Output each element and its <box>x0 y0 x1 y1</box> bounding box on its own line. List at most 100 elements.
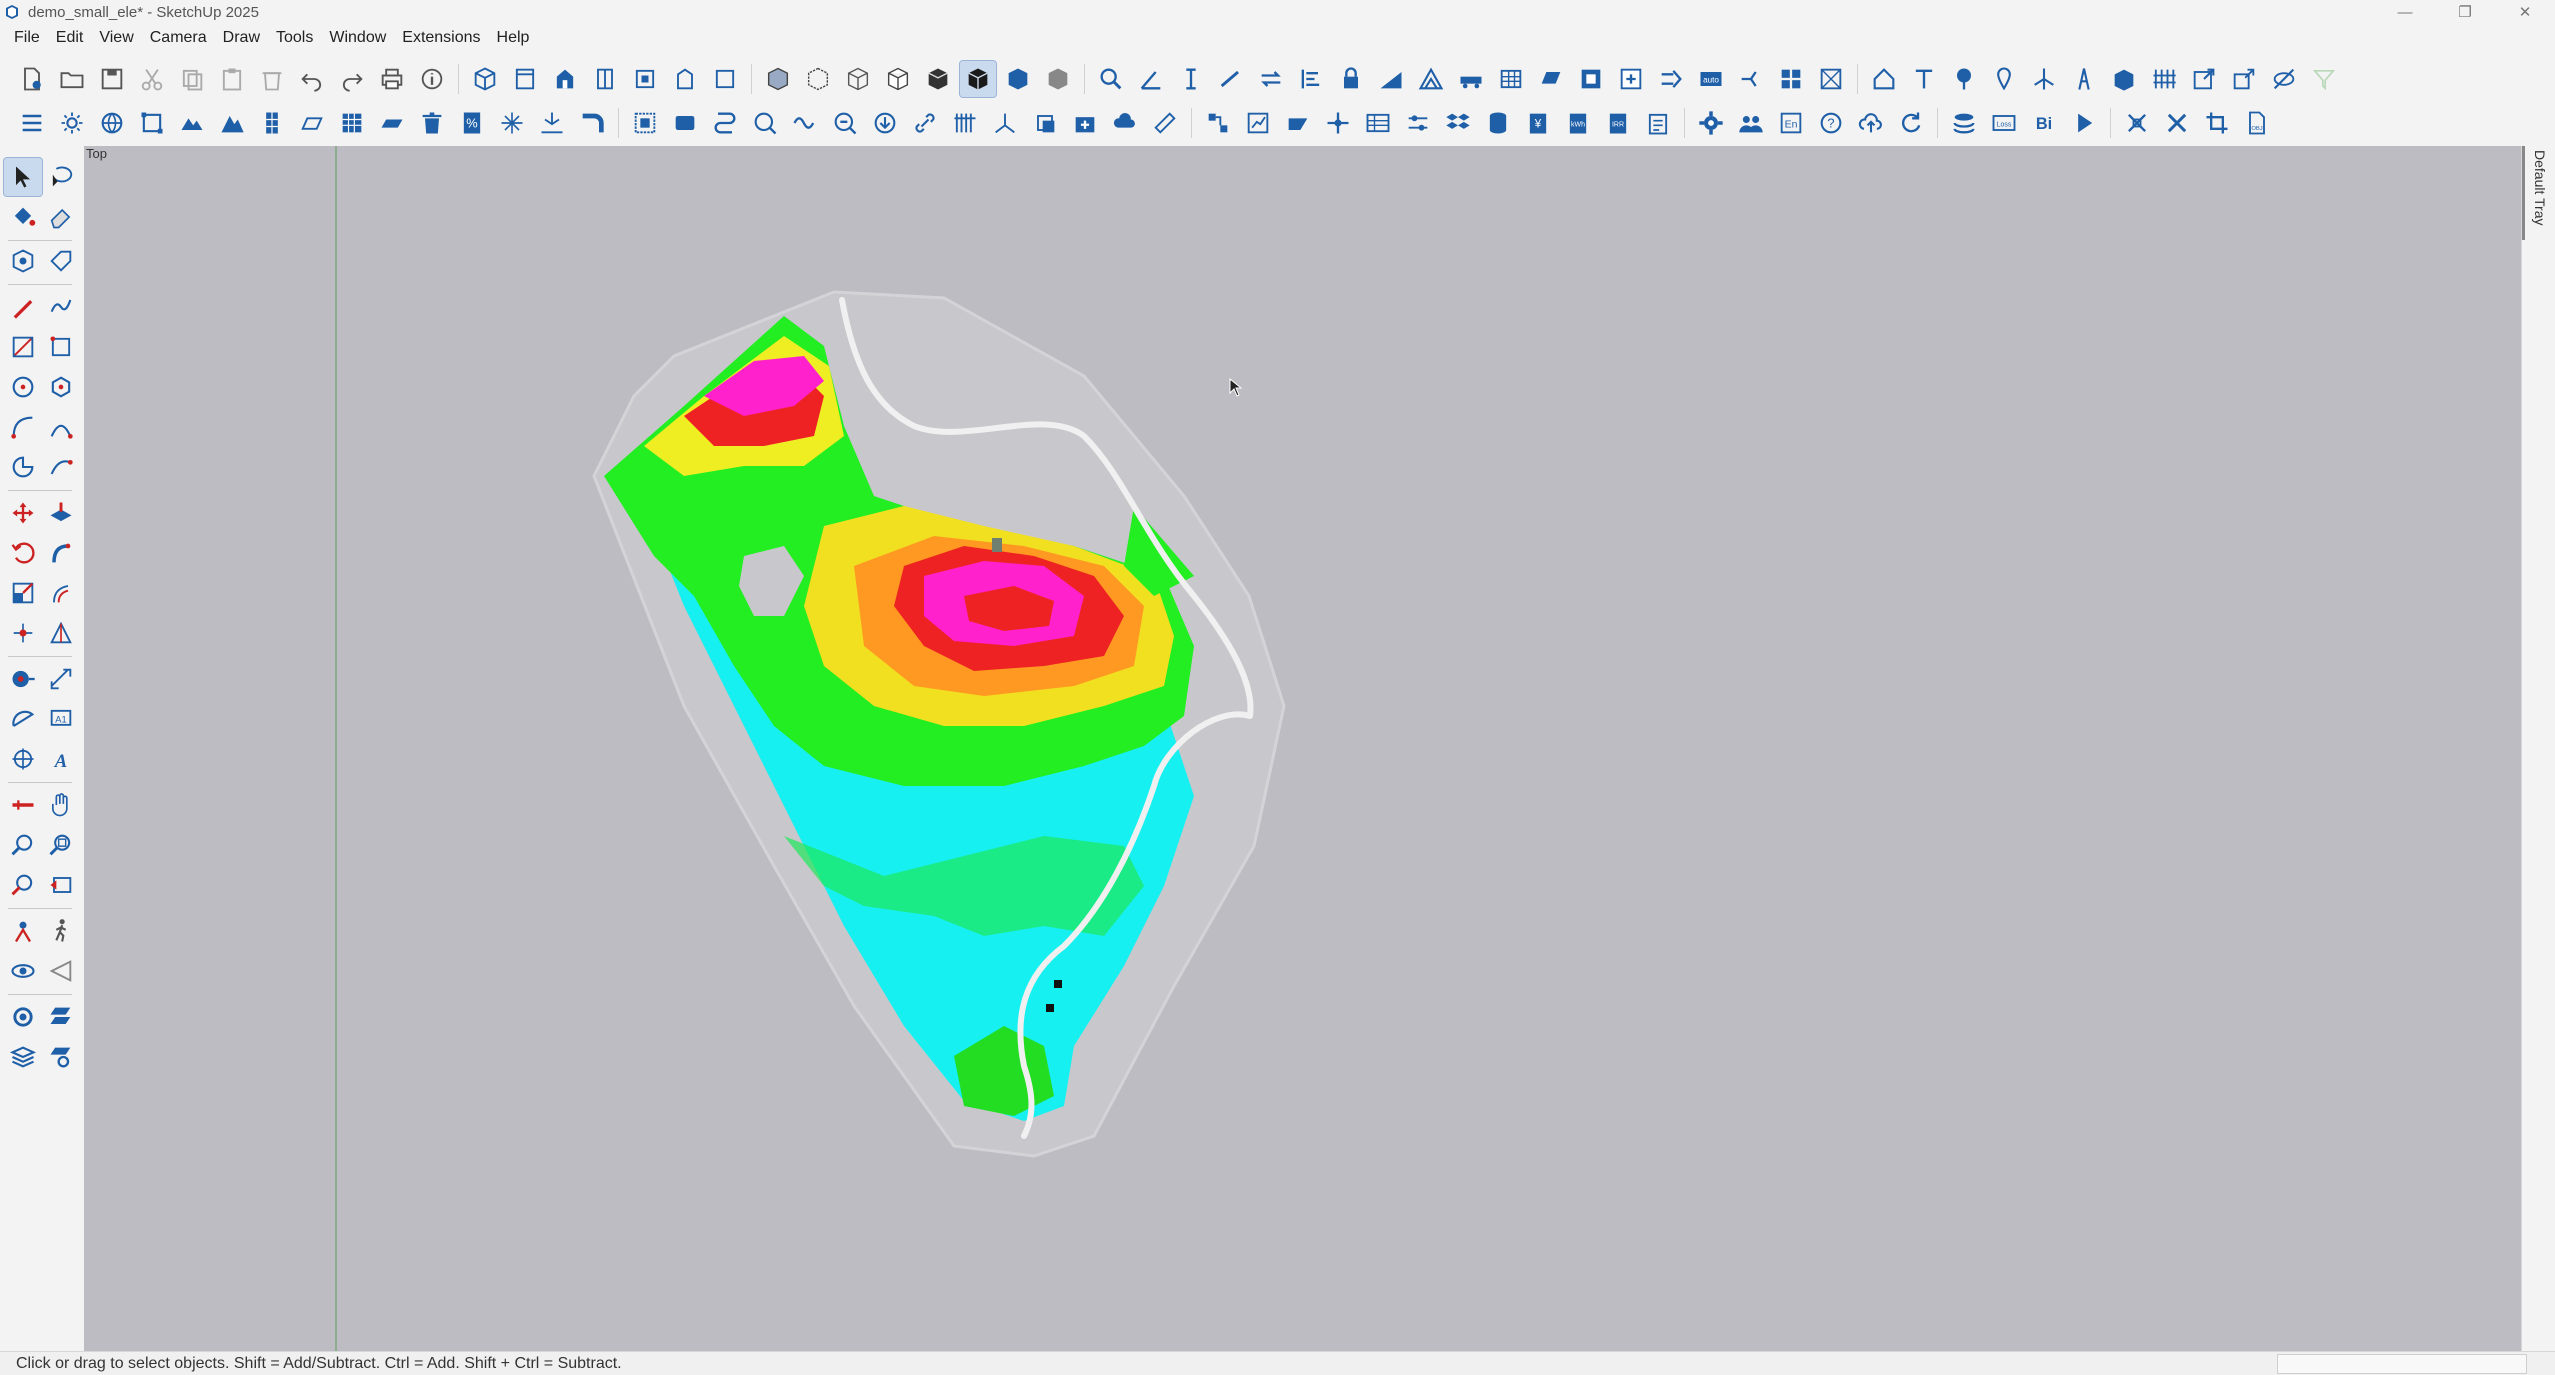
3d-text-icon[interactable]: A <box>42 740 80 778</box>
ambient-occlusion-style-icon[interactable] <box>1040 61 1076 97</box>
freehand-icon[interactable] <box>42 288 80 326</box>
tag-tool-icon[interactable] <box>42 242 80 280</box>
block-icon[interactable] <box>667 105 703 141</box>
restore-icon[interactable]: ❐ <box>2435 0 2495 24</box>
minimize-icon[interactable]: — <box>2375 0 2435 24</box>
frame-icon[interactable] <box>1573 61 1609 97</box>
two-point-arc-icon[interactable] <box>42 408 80 446</box>
array-icon[interactable] <box>1773 61 1809 97</box>
globe-icon[interactable] <box>94 105 130 141</box>
iso-view-icon[interactable] <box>467 61 503 97</box>
panel-grid-icon[interactable] <box>334 105 370 141</box>
solar-settings-gear-icon[interactable] <box>4 998 42 1036</box>
database-icon[interactable] <box>1480 105 1516 141</box>
rectangle-icon[interactable] <box>4 328 42 366</box>
auto-icon[interactable]: auto <box>1693 61 1729 97</box>
hidden-line-style-icon[interactable] <box>880 61 916 97</box>
protractor-icon[interactable] <box>1133 61 1169 97</box>
push-pull-icon[interactable] <box>42 494 80 532</box>
menu-extensions[interactable]: Extensions <box>394 24 488 52</box>
pan-hand-icon[interactable] <box>42 786 80 824</box>
cloud-upload-icon[interactable] <box>1853 105 1889 141</box>
table-icon[interactable] <box>1360 105 1396 141</box>
monochrome-style-icon[interactable] <box>1000 61 1036 97</box>
erase-selection-icon[interactable] <box>254 61 290 97</box>
zoom-window-icon[interactable] <box>42 826 80 864</box>
position-camera-icon[interactable] <box>4 912 42 950</box>
hamburger-menu-icon[interactable] <box>14 105 50 141</box>
axes-tool-icon[interactable] <box>4 740 42 778</box>
menu-window[interactable]: Window <box>321 24 394 52</box>
wave-icon[interactable] <box>787 105 823 141</box>
users-icon[interactable] <box>1733 105 1769 141</box>
crop-icon[interactable] <box>2199 105 2235 141</box>
polygon-icon[interactable] <box>42 368 80 406</box>
solar-panel-icon[interactable] <box>254 105 290 141</box>
offset-icon[interactable] <box>42 574 80 612</box>
left-view-icon[interactable] <box>667 61 703 97</box>
ruler-icon[interactable] <box>1147 105 1183 141</box>
menu-help[interactable]: Help <box>489 24 538 52</box>
irr-report-icon[interactable]: IRR <box>1600 105 1636 141</box>
redo-icon[interactable] <box>334 61 370 97</box>
grid-table-icon[interactable] <box>1493 61 1529 97</box>
move-icon[interactable] <box>4 494 42 532</box>
cad-cloud-icon[interactable] <box>1107 105 1143 141</box>
sliders-icon[interactable] <box>1400 105 1436 141</box>
menu-file[interactable]: File <box>6 24 48 52</box>
sun-icon[interactable] <box>54 105 90 141</box>
sparkle-icon[interactable] <box>494 105 530 141</box>
wireframe-style-icon[interactable] <box>840 61 876 97</box>
hide-icon[interactable] <box>2266 61 2302 97</box>
zoom-icon[interactable] <box>1093 61 1129 97</box>
paint-bucket-icon[interactable] <box>4 198 42 236</box>
slope-icon[interactable] <box>1373 61 1409 97</box>
default-tray[interactable]: Default Tray <box>2521 146 2555 1351</box>
vehicle-icon[interactable] <box>1453 61 1489 97</box>
align-icon[interactable] <box>1293 61 1329 97</box>
make-component-icon[interactable] <box>4 242 42 280</box>
route-icon[interactable] <box>707 105 743 141</box>
back-view-icon[interactable] <box>627 61 663 97</box>
dimension-icon[interactable] <box>1173 61 1209 97</box>
chart-icon[interactable] <box>1240 105 1276 141</box>
clipboard-icon[interactable] <box>1640 105 1676 141</box>
circle-icon[interactable] <box>4 368 42 406</box>
percent-icon[interactable]: % <box>454 105 490 141</box>
medical-kit-icon[interactable] <box>1067 105 1103 141</box>
dropbox-icon[interactable] <box>1440 105 1476 141</box>
tape-measure-tool-icon[interactable] <box>4 660 42 698</box>
menu-camera[interactable]: Camera <box>142 24 215 52</box>
line-pencil-icon[interactable] <box>4 288 42 326</box>
yen-report-icon[interactable]: ¥ <box>1520 105 1556 141</box>
axes-icon[interactable] <box>987 105 1023 141</box>
previous-view-icon[interactable] <box>42 866 80 904</box>
download-circle-icon[interactable] <box>867 105 903 141</box>
resize-icon[interactable] <box>2226 61 2262 97</box>
kwh-report-icon[interactable]: kWh <box>1560 105 1596 141</box>
layout-icon[interactable] <box>1813 61 1849 97</box>
box-icon[interactable] <box>2106 61 2142 97</box>
lock-icon[interactable] <box>1333 61 1369 97</box>
rotated-rectangle-icon[interactable] <box>42 328 80 366</box>
zoom-tool-icon[interactable] <box>4 826 42 864</box>
lasso-select-icon[interactable] <box>42 158 80 196</box>
obj-file-icon[interactable]: OBJ <box>2239 105 2275 141</box>
export-icon[interactable] <box>2186 61 2222 97</box>
section-plane-icon[interactable] <box>4 786 42 824</box>
tower-icon[interactable] <box>2066 61 2102 97</box>
xray-style-icon[interactable] <box>760 61 796 97</box>
flip-icon[interactable] <box>4 614 42 652</box>
settings-gear-icon[interactable] <box>1693 105 1729 141</box>
network-icon[interactable] <box>1200 105 1236 141</box>
cut-icon[interactable] <box>134 61 170 97</box>
shaded-with-textures-style-icon[interactable] <box>959 60 997 98</box>
scale-icon[interactable] <box>4 574 42 612</box>
panel-row-icon[interactable] <box>1533 61 1569 97</box>
slanted-panel-icon[interactable] <box>374 105 410 141</box>
terrain-icon[interactable] <box>174 105 210 141</box>
menu-tools[interactable]: Tools <box>268 24 321 52</box>
windmill-icon[interactable] <box>2026 61 2062 97</box>
panel-gear-icon[interactable] <box>42 1038 80 1076</box>
grid-select-icon[interactable] <box>627 105 663 141</box>
